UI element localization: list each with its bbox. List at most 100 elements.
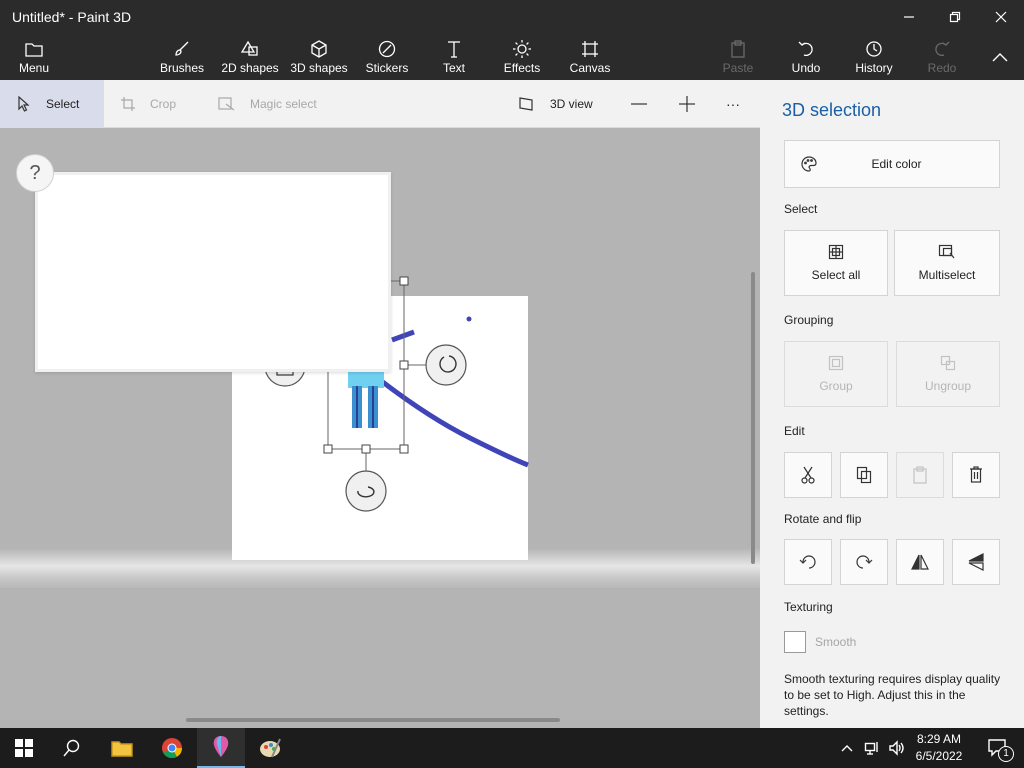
rotate-y-handle[interactable] (425, 344, 467, 386)
show-hidden-icons-button[interactable] (834, 728, 860, 768)
crop-tool[interactable]: Crop (120, 80, 176, 128)
history-icon (866, 41, 882, 57)
workspace[interactable]: ? (0, 128, 760, 728)
magic-select-tool[interactable]: Magic select (218, 80, 317, 128)
rotate-left-icon (799, 555, 816, 569)
more-options-button[interactable]: ··· (726, 80, 740, 128)
brushes-button[interactable]: Brushes (156, 34, 208, 80)
3d-view-label: 3D view (550, 97, 593, 111)
3d-view-button[interactable]: 3D view (518, 80, 593, 128)
canvas-button[interactable]: Canvas (568, 34, 612, 80)
magic-select-label: Magic select (250, 97, 317, 111)
close-icon (995, 11, 1007, 23)
redo-icon (935, 41, 950, 57)
network-icon (864, 742, 878, 755)
rotate-x-handle[interactable] (345, 470, 387, 512)
horizontal-scrollbar[interactable] (186, 718, 560, 722)
plus-icon (679, 96, 695, 112)
palette-icon (260, 738, 281, 758)
3d-selection-panel: 3D selection Edit color Select Select al… (760, 80, 1024, 728)
copy-button[interactable] (840, 452, 888, 498)
maximize-button[interactable] (932, 0, 978, 34)
chrome-button[interactable] (148, 728, 196, 768)
help-button[interactable]: ? (16, 154, 54, 192)
2d-shapes-button[interactable]: 2D shapes (220, 34, 280, 80)
minimize-button[interactable] (886, 0, 932, 34)
copy-icon (856, 466, 872, 484)
smooth-checkbox[interactable] (784, 631, 806, 653)
redo-button[interactable]: Redo (922, 34, 962, 80)
sticker-icon (378, 40, 396, 58)
group-button[interactable]: Group (784, 341, 888, 407)
effects-button[interactable]: Effects (500, 34, 544, 80)
search-button[interactable] (48, 728, 96, 768)
select-all-button[interactable]: Select all (784, 230, 888, 296)
paint-taskbar-button[interactable] (246, 728, 294, 768)
select-heading: Select (784, 202, 818, 216)
rotate-right-button[interactable] (840, 539, 888, 585)
edit-color-label: Edit color (871, 157, 922, 171)
volume-button[interactable] (884, 728, 908, 768)
flip-vertical-icon (968, 553, 984, 571)
edit-color-button[interactable]: Edit color (784, 140, 1000, 188)
resize-handle[interactable] (323, 444, 333, 454)
minimize-icon (904, 16, 914, 18)
history-button[interactable]: History (850, 34, 898, 80)
select-tool[interactable]: Select (0, 80, 104, 128)
close-button[interactable] (978, 0, 1024, 34)
rotate-left-button[interactable] (784, 539, 832, 585)
sun-icon (513, 40, 531, 58)
3d-view-icon (519, 97, 533, 111)
chrome-icon (162, 738, 183, 759)
vertical-scrollbar[interactable] (751, 272, 755, 564)
paint-3d-taskbar-button[interactable] (197, 728, 245, 768)
ungroup-button[interactable]: Ungroup (896, 341, 1000, 407)
collapse-ribbon-button[interactable] (986, 34, 1014, 80)
2d-shapes-icon (240, 40, 258, 56)
brush-icon (175, 41, 189, 56)
cursor-icon (18, 96, 30, 112)
zoom-in-button[interactable] (678, 80, 696, 128)
action-center-button[interactable]: 1 (978, 728, 1018, 768)
cut-button[interactable] (784, 452, 832, 498)
texturing-note: Smooth texturing requires display qualit… (784, 672, 1001, 718)
stickers-button[interactable]: Stickers (362, 34, 412, 80)
paste-button-panel[interactable] (896, 452, 944, 498)
undo-button[interactable]: Undo (786, 34, 826, 80)
resize-handle[interactable] (399, 444, 409, 454)
resize-handle[interactable] (399, 276, 409, 286)
folder-icon (25, 43, 43, 57)
3d-shapes-label: 3D shapes (290, 61, 348, 75)
3d-shapes-button[interactable]: 3D shapes (288, 34, 350, 80)
multiselect-button[interactable]: Multiselect (894, 230, 1000, 296)
edit-heading: Edit (784, 424, 805, 438)
folder-icon (111, 741, 133, 757)
menu-button[interactable]: Menu (12, 34, 56, 80)
flip-horizontal-button[interactable] (896, 539, 944, 585)
redo-label: Redo (927, 61, 957, 75)
undo-label: Undo (791, 61, 821, 75)
group-label: Group (819, 379, 853, 393)
network-button[interactable] (860, 728, 884, 768)
popup-panel (35, 172, 391, 372)
effects-label: Effects (503, 61, 541, 75)
resize-handle[interactable] (361, 444, 371, 454)
3d-figure[interactable] (348, 368, 384, 428)
text-button[interactable]: Text (436, 34, 472, 80)
more-icon: ··· (726, 96, 740, 112)
file-explorer-button[interactable] (98, 728, 146, 768)
windows-icon (15, 739, 33, 757)
texturing-heading: Texturing (784, 600, 833, 614)
palette-icon (801, 156, 817, 172)
clock[interactable]: 8:29 AM 6/5/2022 (908, 731, 970, 765)
text-icon (448, 41, 460, 58)
resize-handle[interactable] (399, 360, 409, 370)
start-button[interactable] (0, 728, 48, 768)
delete-button[interactable] (952, 452, 1000, 498)
paste-button[interactable]: Paste (718, 34, 758, 80)
group-icon (828, 355, 844, 371)
selection-toolbar: Select Crop Magic select 3D view ··· (0, 80, 760, 128)
zoom-out-button[interactable] (630, 80, 648, 128)
flip-vertical-button[interactable] (952, 539, 1000, 585)
flip-horizontal-icon (911, 554, 929, 570)
